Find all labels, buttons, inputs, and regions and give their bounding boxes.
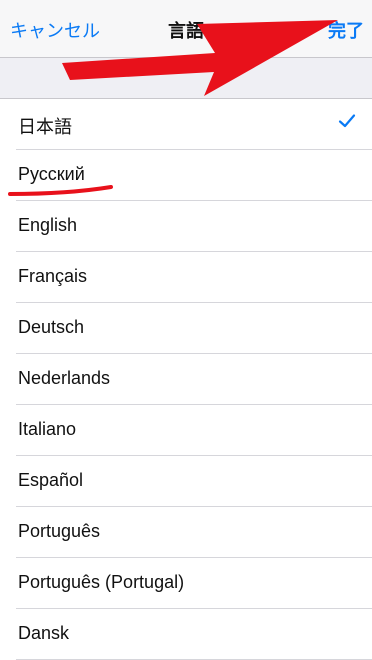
section-header-spacer bbox=[0, 58, 372, 99]
language-label: Nederlands bbox=[18, 368, 111, 388]
done-button[interactable]: 完了 bbox=[328, 17, 364, 43]
language-row-german[interactable]: Deutsch bbox=[0, 303, 372, 354]
language-label: Italiano bbox=[18, 419, 77, 439]
language-label: 日本語 bbox=[18, 117, 72, 137]
language-list: 日本語 Русский English Français Deutsch Ned… bbox=[0, 99, 372, 660]
language-label: Русский bbox=[18, 164, 85, 184]
checkmark-icon bbox=[338, 114, 356, 128]
language-row-italian[interactable]: Italiano bbox=[0, 405, 372, 456]
language-label: Español bbox=[18, 470, 84, 490]
language-label: Português (Portugal) bbox=[18, 572, 185, 592]
language-label: Deutsch bbox=[18, 317, 85, 337]
language-row-danish[interactable]: Dansk bbox=[0, 609, 372, 660]
page-title: 言語 bbox=[168, 21, 204, 41]
language-row-english[interactable]: English bbox=[0, 201, 372, 252]
language-row-portuguese-portugal[interactable]: Português (Portugal) bbox=[0, 558, 372, 609]
language-row-russian[interactable]: Русский bbox=[0, 150, 372, 201]
language-row-dutch[interactable]: Nederlands bbox=[0, 354, 372, 405]
language-row-japanese[interactable]: 日本語 bbox=[0, 99, 372, 150]
language-row-spanish[interactable]: Español bbox=[0, 456, 372, 507]
language-row-portuguese[interactable]: Português bbox=[0, 507, 372, 558]
language-label: Dansk bbox=[18, 623, 70, 643]
language-row-french[interactable]: Français bbox=[0, 252, 372, 303]
language-label: English bbox=[18, 215, 78, 235]
navigation-bar: キャンセル 言語 完了 bbox=[0, 0, 372, 58]
language-label: Français bbox=[18, 266, 88, 286]
language-label: Português bbox=[18, 521, 101, 541]
